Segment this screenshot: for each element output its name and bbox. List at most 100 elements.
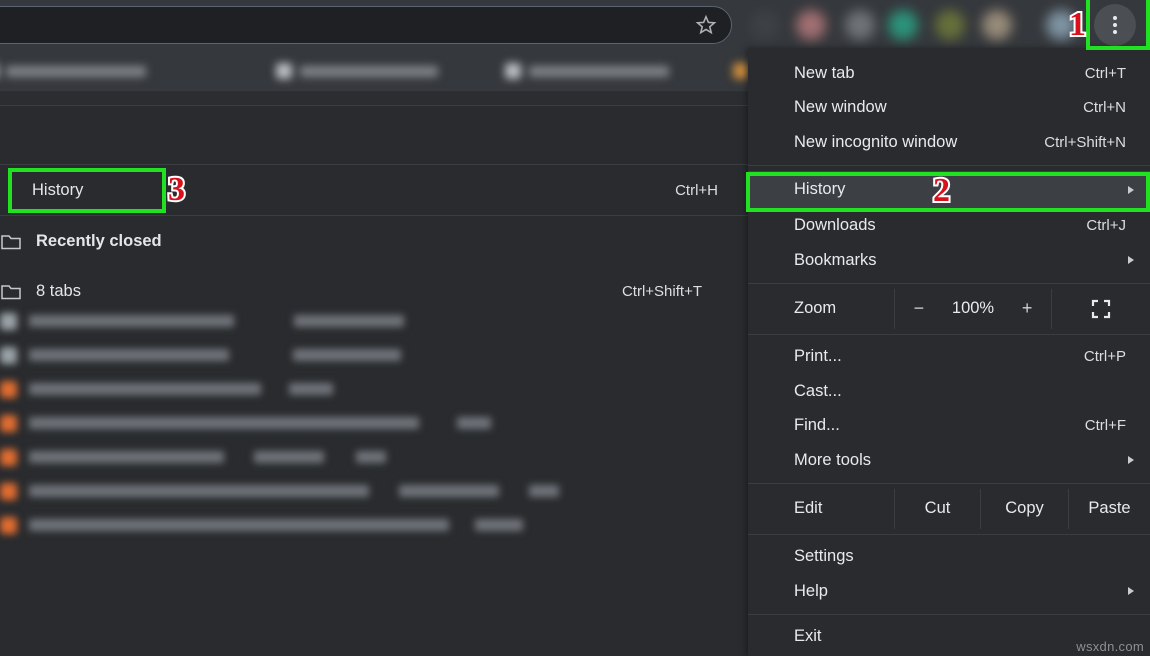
zoom-in-button[interactable]: + [1020,298,1034,319]
extension-icon-4[interactable] [888,10,918,40]
history-entry-suffix [529,485,559,497]
bookmark-item-1[interactable] [276,60,438,82]
menu-item-settings[interactable]: Settings [748,540,1150,575]
menu-item-label: New tab [794,63,855,82]
menu-item-accel: Ctrl+F [1084,417,1126,435]
menu-item-label: History [794,180,846,198]
history-submenu-panel: History Ctrl+H Recently closed 8 tabs Ct… [0,105,748,656]
bookmark-label [6,65,146,77]
menu-item-new-incognito-window[interactable]: New incognito window Ctrl+Shift+N [748,125,1150,160]
menu-item-label: New window [794,98,887,117]
list-item[interactable] [0,338,700,372]
history-entry-title [29,315,234,327]
extension-icon-6[interactable] [982,10,1012,40]
history-entry-title [29,349,229,361]
zoom-controls: − 100% + [894,288,1052,329]
extension-icon-2[interactable] [796,10,826,40]
fullscreen-button[interactable] [1052,289,1150,329]
history-submenu-header[interactable]: History Ctrl+H [0,165,748,215]
chevron-right-icon [1128,587,1134,596]
submenu-item-recently-closed[interactable]: Recently closed [0,216,748,266]
zoom-out-button[interactable]: − [912,298,926,319]
menu-divider-4 [748,482,1150,484]
copy-button[interactable]: Copy [980,488,1068,529]
history-entry-domain [293,349,401,361]
three-dot-menu-button[interactable] [1094,4,1136,46]
browser-toolbar [0,0,1150,50]
menu-divider-3 [748,333,1150,335]
history-entry-domain [457,417,491,429]
menu-item-label: Find... [794,416,840,435]
fullscreen-icon [1091,299,1111,318]
menu-item-label: Exit [794,627,822,646]
menu-item-accel: Ctrl+Shift+N [1044,133,1126,151]
menu-divider-5 [748,533,1150,535]
history-entry-domain [294,315,404,327]
favicon-icon [505,63,521,79]
extension-icon-strip [748,0,1088,50]
zoom-label: Zoom [794,299,837,317]
list-item[interactable] [0,406,700,440]
history-entry-title [29,485,369,497]
menu-item-accel: Ctrl+J [1086,217,1126,235]
menu-item-label: Downloads [794,216,876,235]
menu-item-label: Bookmarks [794,250,877,269]
chevron-right-icon [1128,185,1134,194]
list-item[interactable] [0,304,700,338]
menu-item-label: More tools [794,450,872,469]
history-entry-title [29,451,224,463]
favicon-icon [276,63,292,79]
history-submenu-header-accel: Ctrl+H [675,181,718,199]
cut-button[interactable]: Cut [894,488,980,529]
menu-item-label: Print... [794,347,842,366]
list-item[interactable] [0,440,700,474]
folder-icon [0,282,22,301]
favicon-icon [0,380,17,398]
history-entry-domain [289,383,333,395]
favicon-icon [0,312,17,330]
bookmark-item-0[interactable] [0,60,146,82]
history-entry-domain [254,451,324,463]
list-item[interactable] [0,474,700,508]
history-entry-domain [475,519,523,531]
extension-icon-3[interactable] [845,10,875,40]
favicon-icon [733,63,749,79]
paste-button[interactable]: Paste [1068,488,1150,529]
list-item[interactable] [0,372,700,406]
menu-item-new-window[interactable]: New window Ctrl+N [748,91,1150,126]
bookmark-label [529,65,669,77]
kebab-dot-2 [1113,23,1117,27]
chevron-right-icon [1128,456,1134,465]
bookmark-item-2[interactable] [505,60,669,82]
extension-icon-5[interactable] [935,10,965,40]
address-bar[interactable] [0,6,732,44]
history-entry-title [29,519,449,531]
menu-item-print[interactable]: Print... Ctrl+P [748,340,1150,375]
menu-item-downloads[interactable]: Downloads Ctrl+J [748,209,1150,244]
extension-icon-7[interactable] [1046,10,1076,40]
history-entry-title [29,383,261,395]
history-entry-title [29,417,419,429]
menu-item-more-tools[interactable]: More tools [748,443,1150,478]
list-item[interactable] [0,508,700,542]
bookmark-star-icon[interactable] [695,14,717,36]
menu-item-history[interactable]: History [748,170,1150,209]
favicon-icon [0,482,17,500]
menu-item-help[interactable]: Help [748,574,1150,609]
menu-item-label: Help [794,581,828,600]
extension-icon-1[interactable] [750,10,780,40]
folder-icon [0,232,22,251]
zoom-level-value: 100% [951,299,995,317]
menu-item-accel: Ctrl+N [1083,99,1126,117]
menu-item-cast[interactable]: Cast... [748,374,1150,409]
history-entry-domain [399,485,499,497]
menu-item-find[interactable]: Find... Ctrl+F [748,409,1150,444]
favicon-icon [0,448,17,466]
menu-item-label: Cast... [794,381,842,400]
menu-item-bookmarks[interactable]: Bookmarks [748,243,1150,278]
menu-item-label: New incognito window [794,132,958,151]
chrome-main-menu: New tab Ctrl+T New window Ctrl+N New inc… [748,48,1150,656]
bookmark-item-3[interactable] [733,60,749,82]
menu-item-new-tab[interactable]: New tab Ctrl+T [748,56,1150,91]
favicon-icon [0,346,17,364]
